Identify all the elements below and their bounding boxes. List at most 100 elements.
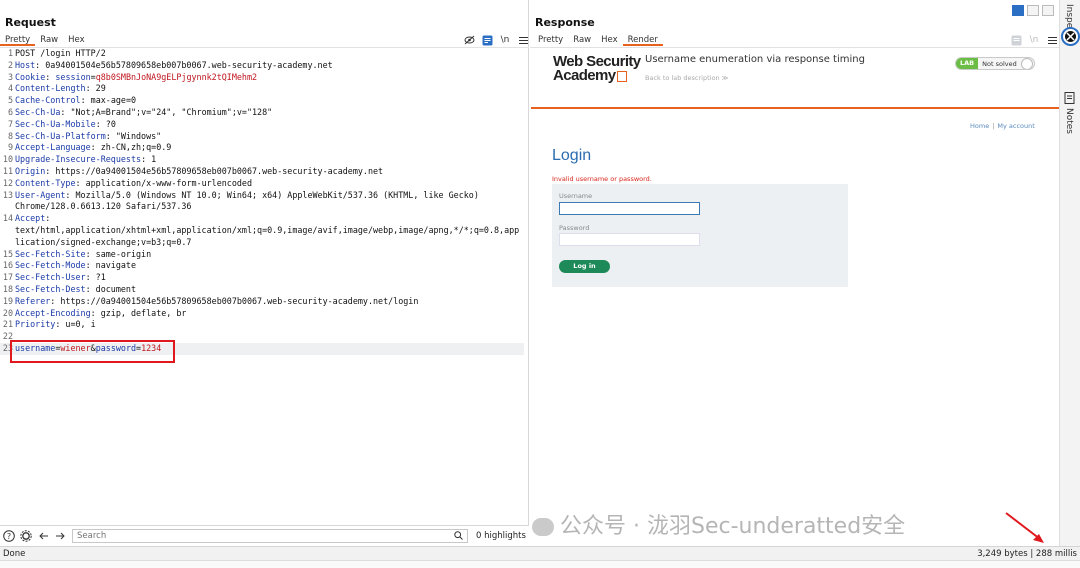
watermark-text: 公众号 · 泷羽Sec-underatted安全	[560, 514, 906, 539]
red-arrow-annotation	[1005, 512, 1044, 543]
header-name: Referer	[15, 295, 51, 306]
tab-pretty[interactable]: Pretty	[0, 34, 36, 46]
split-horizontal-toggle[interactable]	[1012, 5, 1024, 16]
header-value: : application/x-www-form-urlencoded	[75, 177, 252, 188]
tabbed-layout-toggle[interactable]	[1042, 5, 1054, 16]
line-number: 11	[2, 165, 13, 176]
code-line: 2 Host: 0a94001504e56b57809658eb007b0067.…	[0, 60, 529, 72]
header-name: Origin	[15, 165, 46, 176]
code-line: 17 Sec-Fetch-User: ?1	[0, 272, 529, 284]
header-value: text/html,application/xhtml+xml,applicat…	[15, 224, 520, 235]
header-value: : 1	[141, 154, 157, 165]
line-text: Cookie: session=q8b0SMBnJoNA9gELPjgynnk2…	[14, 72, 257, 84]
login-button[interactable]: Log in	[559, 260, 610, 273]
nav-my-account-link[interactable]: My account	[997, 122, 1034, 130]
menu-icon[interactable]	[1046, 34, 1058, 46]
back-to-lab-link[interactable]: Back to lab description ≫	[645, 74, 728, 82]
tab-hex[interactable]: Hex	[596, 34, 623, 46]
line-number: 3	[7, 71, 13, 82]
logo-mark-icon	[616, 70, 627, 82]
header-value: POST /login HTTP/2	[15, 48, 106, 58]
line-number	[0, 237, 14, 249]
code-line: text/html,application/xhtml+xml,applicat…	[0, 225, 529, 237]
menu-icon[interactable]	[517, 34, 529, 46]
settings-gear-icon[interactable]	[20, 530, 32, 542]
line-number: 5	[7, 95, 13, 106]
newline-icon[interactable]: \n	[1028, 34, 1040, 46]
code-line: 7 Sec-Ch-Ua-Mobile: ?0	[0, 119, 529, 131]
header-value: : ?0	[95, 118, 116, 129]
code-line: Chrome/128.0.6613.120 Safari/537.36	[0, 201, 529, 213]
help-icon[interactable]: ?	[3, 530, 15, 542]
line-text: Content-Type: application/x-www-form-url…	[14, 178, 252, 190]
split-vertical-toggle[interactable]	[1027, 5, 1039, 16]
tab-pretty[interactable]: Pretty	[533, 34, 568, 46]
line-number: 1	[7, 48, 13, 58]
notes-tab[interactable]: Notes	[1064, 108, 1074, 134]
line-text: Sec-Ch-Ua-Mobile: ?0	[14, 119, 116, 131]
status-text: Done	[3, 549, 26, 559]
wrap-icon[interactable]	[481, 34, 493, 46]
header-value: : u=0, i	[55, 319, 96, 330]
header-name: Accept-Encoding	[15, 307, 91, 318]
header-name: User-Agent	[15, 189, 66, 200]
line-text: Accept-Language: zh-CN,zh;q=0.9	[14, 142, 171, 154]
code-line: 12 Content-Type: application/x-www-form-u…	[0, 178, 529, 190]
lab-title: Username enumeration via response timing	[645, 54, 865, 65]
header-value: : "Windows"	[105, 130, 162, 141]
line-text: Origin: https://0a94001504e56b57809658eb…	[14, 166, 383, 178]
line-number	[0, 225, 14, 237]
tab-raw[interactable]: Raw	[568, 34, 596, 46]
username-field[interactable]	[559, 202, 700, 215]
status-circle-icon	[1020, 58, 1033, 69]
search-icon[interactable]	[454, 531, 463, 543]
line-text: Cache-Control: max-age=0	[14, 95, 136, 107]
line-text: POST /login HTTP/2	[14, 48, 106, 60]
right-sidebar: Inspector Notes	[1059, 0, 1080, 546]
line-number: 12	[2, 177, 13, 188]
header-value: lication/signed-exchange;v=b3;q=0.7	[15, 236, 192, 247]
request-editor[interactable]: 1 POST /login HTTP/2 2 Host: 0a94001504e56b…	[0, 48, 529, 355]
line-text: text/html,application/xhtml+xml,applicat…	[14, 225, 519, 237]
academy-logo[interactable]: Web Security Academy	[553, 54, 641, 84]
eye-slash-icon[interactable]	[463, 34, 475, 46]
code-line: 19 Referer: https://0a94001504e56b5780965…	[0, 296, 529, 308]
password-field[interactable]	[559, 233, 700, 246]
code-line: 6 Sec-Ch-Ua: "Not;A=Brand";v="24", "Chrom…	[0, 107, 529, 119]
tab-render[interactable]: Render	[622, 34, 663, 46]
request-panel: Request Pretty Raw Hex \n 1 POST /login H…	[0, 0, 529, 546]
line-text: Upgrade-Insecure-Requests: 1	[14, 154, 156, 166]
watermark: 公众号 · 泷羽Sec-underatted安全	[532, 508, 905, 540]
response-tools: \n	[1010, 34, 1058, 46]
line-text: Priority: u=0, i	[14, 319, 96, 331]
header-value: : 0a94001504e56b57809658eb007b0067.web-s…	[35, 59, 333, 70]
header-name: Sec-Fetch-User	[15, 272, 86, 283]
line-number: 9	[7, 142, 13, 153]
logo-line-2: Academy	[553, 67, 616, 84]
forward-arrow-icon[interactable]	[54, 530, 66, 542]
tab-raw[interactable]: Raw	[35, 34, 63, 46]
header-value: : Mozilla/5.0 (Windows NT 10.0; Win64; x…	[65, 189, 479, 200]
wrap-icon[interactable]	[1010, 34, 1022, 46]
header-value: : max-age=0	[80, 95, 137, 106]
header-name: Accept-Language	[15, 142, 91, 153]
line-text: Accept:	[14, 213, 50, 225]
cookie-name: session	[55, 71, 91, 82]
header-value: : "Not;A=Brand";v="24", "Chromium";v="12…	[60, 106, 273, 117]
nav-home-link[interactable]: Home	[970, 122, 989, 130]
header-value: : https://0a94001504e56b57809658eb007b00…	[50, 295, 419, 306]
line-number: 21	[2, 319, 13, 330]
inspector-icon[interactable]	[1061, 27, 1080, 46]
tab-hex[interactable]: Hex	[63, 34, 90, 46]
header-name: Sec-Ch-Ua-Mobile	[15, 118, 96, 129]
back-arrow-icon[interactable]	[38, 530, 50, 542]
newline-icon[interactable]: \n	[499, 34, 511, 46]
highlight-annotation-box	[10, 340, 175, 363]
header-value: : https://0a94001504e56b57809658eb007b00…	[45, 165, 384, 176]
line-text: Sec-Ch-Ua: "Not;A=Brand";v="24", "Chromi…	[14, 107, 272, 119]
code-line: 10 Upgrade-Insecure-Requests: 1	[0, 154, 529, 166]
search-input[interactable]	[72, 529, 468, 543]
request-tools: \n	[463, 34, 529, 46]
highlights-count: 0 highlights	[476, 531, 526, 541]
header-value: :	[45, 71, 56, 82]
